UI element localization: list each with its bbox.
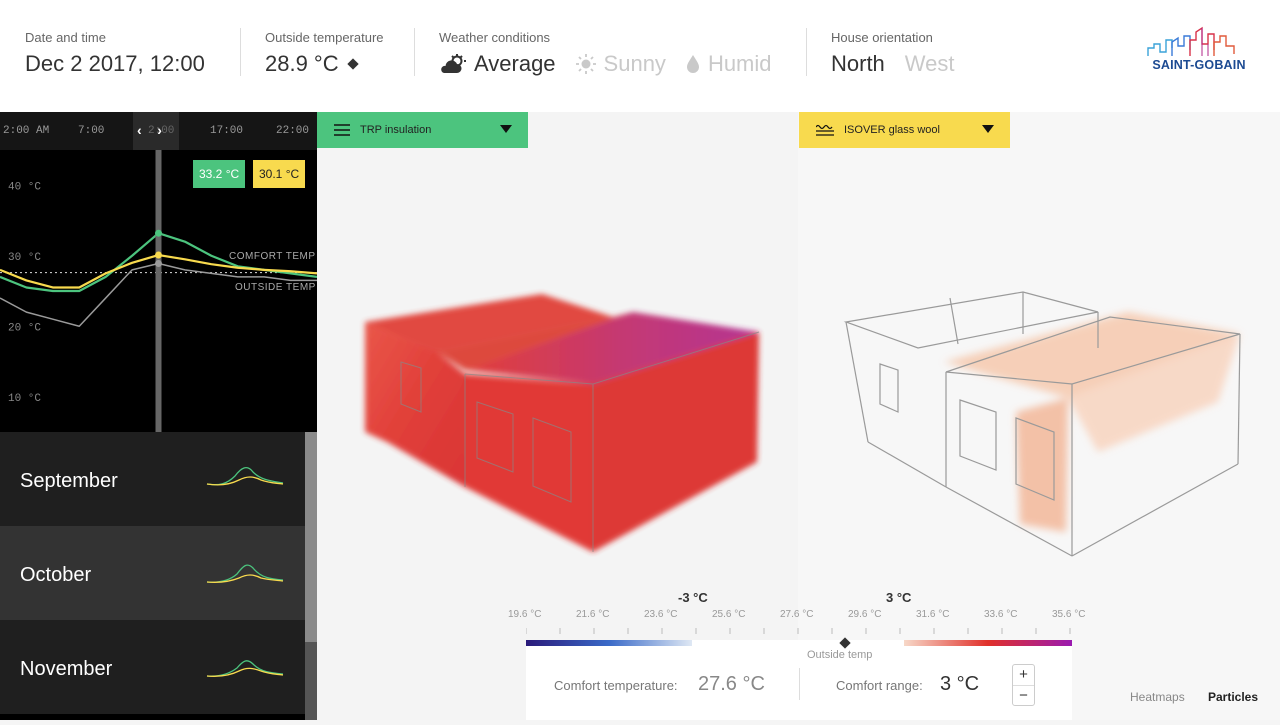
y-tick-label: 10 °C bbox=[8, 393, 41, 405]
orientation-group: House orientation North West bbox=[831, 30, 955, 77]
caret-down-icon bbox=[500, 125, 512, 133]
scale-tick: 27.6 °C bbox=[780, 609, 814, 620]
timeline-tick: 7:00 bbox=[78, 125, 105, 137]
comfort-range-stepper[interactable]: + − bbox=[1012, 664, 1035, 706]
y-tick-label: 40 °C bbox=[8, 181, 41, 193]
scale-tick: 25.6 °C bbox=[712, 609, 746, 620]
divider bbox=[414, 28, 415, 76]
current-time-bar[interactable] bbox=[155, 150, 162, 432]
comfort-settings-panel: Comfort temperature: 27.6 °C Comfort ran… bbox=[526, 646, 1072, 720]
outside-temp-label: Outside temperature bbox=[265, 30, 384, 45]
weather-humid-label: Humid bbox=[707, 51, 772, 76]
divider bbox=[799, 668, 800, 700]
outside-temp-value[interactable]: 28.9 °C bbox=[265, 51, 339, 77]
divider bbox=[240, 28, 241, 76]
comfort-range-label: Comfort range: bbox=[836, 678, 923, 693]
y-tick-label: 20 °C bbox=[8, 322, 41, 334]
scale-tick: 31.6 °C bbox=[916, 609, 950, 620]
timeline-tick: 22:00 bbox=[276, 125, 310, 137]
month-sparkline bbox=[206, 660, 284, 677]
orientation-west[interactable]: West bbox=[905, 51, 955, 77]
month-sparkline bbox=[206, 466, 284, 486]
datetime-label: Date and time bbox=[25, 30, 106, 45]
month-name: October bbox=[20, 564, 92, 586]
green-temp-badge: 33.2 °C bbox=[193, 160, 246, 188]
current-value-dot bbox=[155, 229, 162, 237]
outside-temp-label: OUTSIDE TEMP bbox=[235, 282, 316, 293]
comfort-temp-label: Comfort temperature: bbox=[554, 678, 678, 693]
delta-left: -3 °C bbox=[678, 590, 708, 605]
caret-down-icon bbox=[982, 125, 994, 133]
partly-cloudy-icon bbox=[441, 54, 466, 73]
datetime-group[interactable]: Date and time Dec 2 2017, 12:00 bbox=[25, 30, 205, 77]
month-item-september[interactable]: September bbox=[0, 432, 305, 526]
decrement-button[interactable]: − bbox=[1013, 685, 1034, 705]
comfort-temp-label: COMFORT TEMP bbox=[229, 251, 316, 262]
top-bar: Date and time Dec 2 2017, 12:00 Outside … bbox=[0, 0, 1280, 112]
sun-icon bbox=[575, 54, 596, 74]
month-name: September bbox=[20, 470, 118, 492]
yellow-temp-badge: 30.1 °C bbox=[253, 160, 306, 188]
weather-option-humid[interactable]: Humid bbox=[686, 51, 772, 77]
weather-sunny-label: Sunny bbox=[603, 51, 666, 76]
timeline-tick: 2:00 AM bbox=[3, 125, 50, 137]
month-name: November bbox=[20, 658, 113, 680]
orientation-label: House orientation bbox=[831, 30, 933, 45]
city-skyline-logo-icon bbox=[1147, 26, 1235, 56]
droplet-icon bbox=[686, 55, 699, 73]
material-label: ISOVER glass wool bbox=[844, 124, 940, 136]
timeline-scrubber[interactable]: 2:00 AM 7:00 2:00 ‹ › 17:00 22:00 bbox=[0, 112, 317, 150]
outside-temp-scale-label: Outside temp bbox=[807, 649, 873, 661]
mode-heatmaps[interactable]: Heatmaps bbox=[1130, 690, 1185, 704]
month-item-october[interactable]: October bbox=[0, 526, 305, 620]
scrollbar-thumb[interactable] bbox=[305, 432, 317, 642]
material-dropdown-isover[interactable]: ISOVER glass wool bbox=[799, 112, 1010, 148]
scale-tick: 29.6 °C bbox=[848, 609, 882, 620]
saint-gobain-logo: SAINT-GOBAIN bbox=[1144, 26, 1254, 76]
scale-tick: 35.6 °C bbox=[1052, 609, 1086, 620]
current-value-dot bbox=[155, 251, 162, 259]
weather-option-sunny[interactable]: Sunny bbox=[575, 51, 666, 77]
daily-chart-panel: 2:00 AM 7:00 2:00 ‹ › 17:00 22:00 40 °C 3… bbox=[0, 112, 317, 720]
arrows-left-right-icon[interactable]: ‹ › bbox=[137, 122, 162, 138]
weather-average-label: Average bbox=[474, 51, 556, 76]
scale-tick: 21.6 °C bbox=[576, 609, 610, 620]
weather-option-average[interactable]: Average bbox=[439, 51, 556, 77]
weather-group: Weather conditions Average Sunny Humid bbox=[439, 30, 792, 77]
mode-particles[interactable]: Particles bbox=[1208, 690, 1258, 704]
scale-tickmarks bbox=[526, 628, 1071, 634]
scale-tick: 33.6 °C bbox=[984, 609, 1018, 620]
delta-right: 3 °C bbox=[886, 590, 912, 605]
comfort-temp-value[interactable]: 27.6 °C bbox=[698, 673, 765, 696]
month-item-november[interactable]: November bbox=[0, 620, 305, 714]
scale-tick: 19.6 °C bbox=[508, 609, 542, 620]
divider bbox=[806, 28, 807, 76]
glass-wool-icon bbox=[816, 124, 834, 136]
month-sparkline bbox=[206, 564, 284, 584]
diamond-icon bbox=[346, 58, 359, 70]
insulation-layers-icon bbox=[334, 124, 350, 136]
comfort-range-value: 3 °C bbox=[940, 673, 980, 695]
outside-temp-group[interactable]: Outside temperature 28.9 °C bbox=[265, 30, 384, 77]
orientation-north[interactable]: North bbox=[831, 51, 885, 77]
weather-label: Weather conditions bbox=[439, 30, 551, 45]
logo-text: SAINT-GOBAIN bbox=[1152, 58, 1246, 72]
material-dropdown-trp[interactable]: TRP insulation bbox=[317, 112, 528, 148]
y-tick-label: 30 °C bbox=[8, 252, 41, 264]
increment-button[interactable]: + bbox=[1013, 665, 1034, 685]
datetime-value[interactable]: Dec 2 2017, 12:00 bbox=[25, 51, 205, 77]
current-value-dot bbox=[155, 260, 162, 268]
material-label: TRP insulation bbox=[360, 124, 432, 136]
timeline-tick: 17:00 bbox=[210, 125, 244, 137]
scale-tick: 23.6 °C bbox=[644, 609, 678, 620]
month-list: September October November bbox=[0, 432, 305, 720]
